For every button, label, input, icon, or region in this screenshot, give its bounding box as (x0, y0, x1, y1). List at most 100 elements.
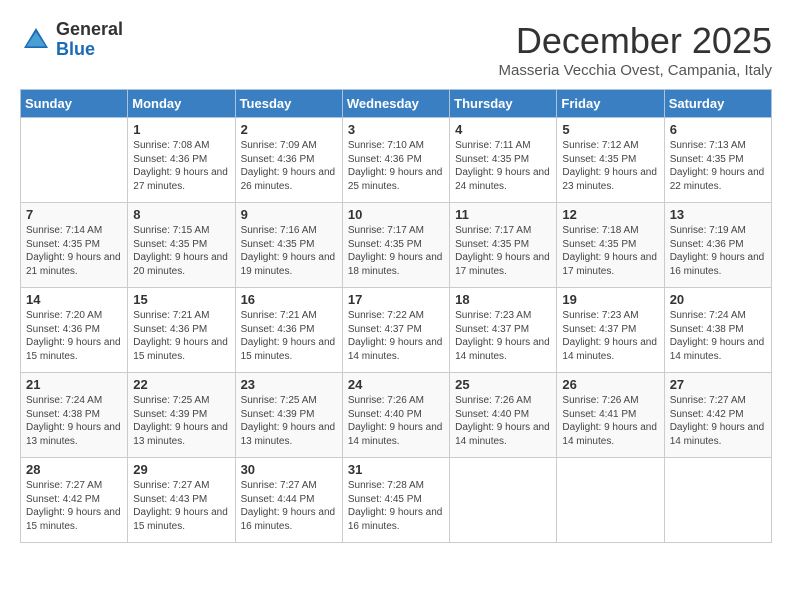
daylight: Daylight: 9 hours and 14 minutes. (455, 422, 550, 447)
day-cell: 2 Sunrise: 7:09 AM Sunset: 4:36 PM Dayli… (235, 118, 342, 203)
day-info: Sunrise: 7:25 AM Sunset: 4:39 PM Dayligh… (133, 394, 229, 448)
sunrise: Sunrise: 7:23 AM (455, 310, 531, 321)
day-info: Sunrise: 7:22 AM Sunset: 4:37 PM Dayligh… (348, 309, 444, 363)
daylight: Daylight: 9 hours and 14 minutes. (670, 422, 765, 447)
sunrise: Sunrise: 7:26 AM (348, 395, 424, 406)
day-number: 13 (670, 207, 766, 222)
sunrise: Sunrise: 7:12 AM (562, 140, 638, 151)
day-cell: 30 Sunrise: 7:27 AM Sunset: 4:44 PM Dayl… (235, 458, 342, 543)
day-number: 3 (348, 122, 444, 137)
logo-general: General (56, 19, 123, 39)
title-block: December 2025 Masseria Vecchia Ovest, Ca… (499, 20, 772, 79)
daylight: Daylight: 9 hours and 15 minutes. (133, 337, 228, 362)
day-number: 6 (670, 122, 766, 137)
calendar-header: SundayMondayTuesdayWednesdayThursdayFrid… (21, 90, 772, 118)
logo-text: General Blue (56, 20, 123, 60)
weekday-wednesday: Wednesday (342, 90, 449, 118)
day-cell: 18 Sunrise: 7:23 AM Sunset: 4:37 PM Dayl… (450, 288, 557, 373)
day-cell: 4 Sunrise: 7:11 AM Sunset: 4:35 PM Dayli… (450, 118, 557, 203)
sunrise: Sunrise: 7:13 AM (670, 140, 746, 151)
weekday-thursday: Thursday (450, 90, 557, 118)
sunrise: Sunrise: 7:21 AM (133, 310, 209, 321)
day-number: 27 (670, 377, 766, 392)
day-cell: 28 Sunrise: 7:27 AM Sunset: 4:42 PM Dayl… (21, 458, 128, 543)
day-cell: 21 Sunrise: 7:24 AM Sunset: 4:38 PM Dayl… (21, 373, 128, 458)
day-info: Sunrise: 7:19 AM Sunset: 4:36 PM Dayligh… (670, 224, 766, 278)
day-info: Sunrise: 7:12 AM Sunset: 4:35 PM Dayligh… (562, 139, 658, 193)
sunset: Sunset: 4:43 PM (133, 494, 207, 505)
day-number: 8 (133, 207, 229, 222)
sunrise: Sunrise: 7:16 AM (241, 225, 317, 236)
day-number: 15 (133, 292, 229, 307)
weekday-tuesday: Tuesday (235, 90, 342, 118)
daylight: Daylight: 9 hours and 17 minutes. (562, 252, 657, 277)
weekday-saturday: Saturday (664, 90, 771, 118)
day-info: Sunrise: 7:27 AM Sunset: 4:42 PM Dayligh… (26, 479, 122, 533)
day-info: Sunrise: 7:08 AM Sunset: 4:36 PM Dayligh… (133, 139, 229, 193)
day-info: Sunrise: 7:16 AM Sunset: 4:35 PM Dayligh… (241, 224, 337, 278)
daylight: Daylight: 9 hours and 16 minutes. (670, 252, 765, 277)
daylight: Daylight: 9 hours and 13 minutes. (26, 422, 121, 447)
day-info: Sunrise: 7:15 AM Sunset: 4:35 PM Dayligh… (133, 224, 229, 278)
calendar-body: 1 Sunrise: 7:08 AM Sunset: 4:36 PM Dayli… (21, 118, 772, 543)
day-info: Sunrise: 7:27 AM Sunset: 4:43 PM Dayligh… (133, 479, 229, 533)
location: Masseria Vecchia Ovest, Campania, Italy (499, 62, 772, 79)
sunset: Sunset: 4:35 PM (455, 154, 529, 165)
daylight: Daylight: 9 hours and 24 minutes. (455, 167, 550, 192)
weekday-sunday: Sunday (21, 90, 128, 118)
calendar-table: SundayMondayTuesdayWednesdayThursdayFrid… (20, 89, 772, 543)
logo-icon (20, 24, 52, 56)
sunset: Sunset: 4:42 PM (26, 494, 100, 505)
logo: General Blue (20, 20, 123, 60)
sunset: Sunset: 4:36 PM (241, 154, 315, 165)
daylight: Daylight: 9 hours and 21 minutes. (26, 252, 121, 277)
day-number: 7 (26, 207, 122, 222)
day-info: Sunrise: 7:23 AM Sunset: 4:37 PM Dayligh… (562, 309, 658, 363)
day-info: Sunrise: 7:21 AM Sunset: 4:36 PM Dayligh… (241, 309, 337, 363)
day-number: 2 (241, 122, 337, 137)
sunset: Sunset: 4:35 PM (241, 239, 315, 250)
sunrise: Sunrise: 7:27 AM (133, 480, 209, 491)
day-cell: 27 Sunrise: 7:27 AM Sunset: 4:42 PM Dayl… (664, 373, 771, 458)
day-number: 14 (26, 292, 122, 307)
daylight: Daylight: 9 hours and 14 minutes. (348, 422, 443, 447)
sunrise: Sunrise: 7:27 AM (26, 480, 102, 491)
sunrise: Sunrise: 7:24 AM (670, 310, 746, 321)
daylight: Daylight: 9 hours and 14 minutes. (348, 337, 443, 362)
daylight: Daylight: 9 hours and 22 minutes. (670, 167, 765, 192)
sunrise: Sunrise: 7:09 AM (241, 140, 317, 151)
week-row-4: 21 Sunrise: 7:24 AM Sunset: 4:38 PM Dayl… (21, 373, 772, 458)
sunset: Sunset: 4:36 PM (133, 154, 207, 165)
weekday-friday: Friday (557, 90, 664, 118)
sunset: Sunset: 4:37 PM (562, 324, 636, 335)
sunrise: Sunrise: 7:24 AM (26, 395, 102, 406)
day-info: Sunrise: 7:13 AM Sunset: 4:35 PM Dayligh… (670, 139, 766, 193)
day-number: 24 (348, 377, 444, 392)
sunset: Sunset: 4:36 PM (670, 239, 744, 250)
day-number: 1 (133, 122, 229, 137)
day-info: Sunrise: 7:28 AM Sunset: 4:45 PM Dayligh… (348, 479, 444, 533)
day-info: Sunrise: 7:20 AM Sunset: 4:36 PM Dayligh… (26, 309, 122, 363)
day-info: Sunrise: 7:17 AM Sunset: 4:35 PM Dayligh… (348, 224, 444, 278)
day-number: 5 (562, 122, 658, 137)
day-number: 9 (241, 207, 337, 222)
day-info: Sunrise: 7:10 AM Sunset: 4:36 PM Dayligh… (348, 139, 444, 193)
sunrise: Sunrise: 7:26 AM (455, 395, 531, 406)
daylight: Daylight: 9 hours and 14 minutes. (455, 337, 550, 362)
daylight: Daylight: 9 hours and 17 minutes. (455, 252, 550, 277)
day-number: 18 (455, 292, 551, 307)
sunset: Sunset: 4:35 PM (26, 239, 100, 250)
daylight: Daylight: 9 hours and 14 minutes. (670, 337, 765, 362)
sunset: Sunset: 4:35 PM (133, 239, 207, 250)
day-cell: 3 Sunrise: 7:10 AM Sunset: 4:36 PM Dayli… (342, 118, 449, 203)
week-row-2: 7 Sunrise: 7:14 AM Sunset: 4:35 PM Dayli… (21, 203, 772, 288)
day-number: 31 (348, 462, 444, 477)
day-number: 16 (241, 292, 337, 307)
day-cell (557, 458, 664, 543)
day-cell: 5 Sunrise: 7:12 AM Sunset: 4:35 PM Dayli… (557, 118, 664, 203)
sunset: Sunset: 4:40 PM (348, 409, 422, 420)
day-info: Sunrise: 7:17 AM Sunset: 4:35 PM Dayligh… (455, 224, 551, 278)
day-number: 30 (241, 462, 337, 477)
day-number: 17 (348, 292, 444, 307)
day-cell: 10 Sunrise: 7:17 AM Sunset: 4:35 PM Dayl… (342, 203, 449, 288)
